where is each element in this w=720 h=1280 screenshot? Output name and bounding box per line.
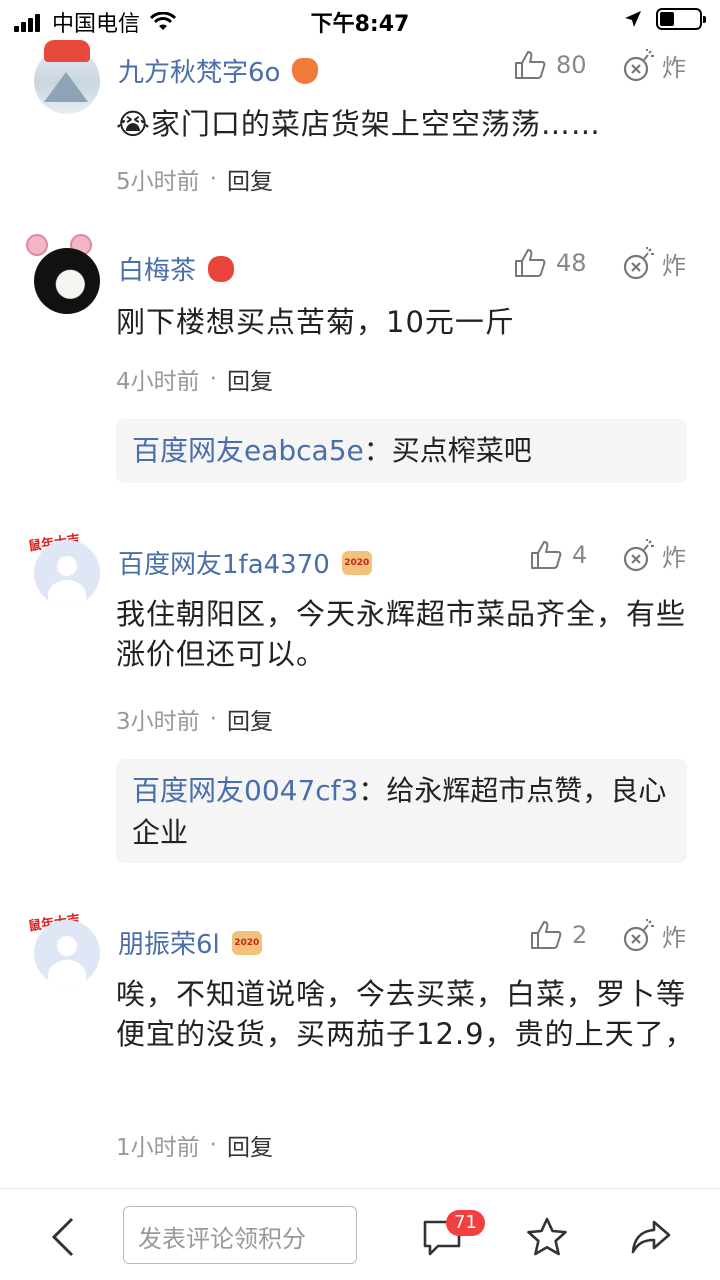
bomb-icon bbox=[623, 48, 654, 81]
comment-text: 唉，不知道说啥，今去买菜，白菜，罗卜等便宜的没货，买两茄子12.9，贵的上天了， bbox=[116, 977, 695, 1051]
like-count: 4 bbox=[572, 541, 588, 569]
comment-author[interactable]: 百度网友1fa4370 bbox=[118, 544, 330, 581]
sub-reply[interactable]: 百度网友eabca5e：买点榨菜吧 bbox=[116, 419, 687, 483]
avatar[interactable] bbox=[34, 248, 100, 314]
like-count: 48 bbox=[556, 249, 587, 277]
money-bag-badge-icon bbox=[292, 57, 319, 84]
like-count: 2 bbox=[572, 921, 588, 949]
comment-item: 鼠年大吉 朋振荣6l 2020 2 炸 唉，不知道说啥，今去买菜，白菜，罗卜等便… bbox=[0, 904, 720, 1174]
thumbs-up-icon bbox=[531, 921, 562, 949]
bomb-button[interactable]: 炸 bbox=[622, 246, 686, 281]
bomb-icon bbox=[623, 918, 654, 951]
bottom-toolbar: 发表评论领积分 71 bbox=[0, 1188, 720, 1280]
back-icon[interactable] bbox=[48, 1217, 78, 1257]
bomb-button[interactable]: 炸 bbox=[622, 48, 686, 83]
lion-hat-decoration bbox=[44, 40, 90, 62]
bomb-label: 炸 bbox=[662, 252, 686, 280]
thumbs-up-icon bbox=[515, 51, 546, 79]
comment-item: 九方秋梵字6o 80 炸 😭家门口的菜店货架上空空荡荡…… 5小时前 · 回复 bbox=[0, 40, 720, 200]
reply-button[interactable]: 回复 bbox=[227, 702, 273, 736]
thumbs-up-icon bbox=[531, 541, 562, 569]
reply-button[interactable]: 回复 bbox=[227, 362, 273, 396]
comment-text: 我住朝阳区，今天永辉超市菜品齐全，有些涨价但还可以。 bbox=[116, 597, 687, 671]
year-2020-badge: 2020 bbox=[341, 550, 372, 575]
comment-text: 😭家门口的菜店货架上空空荡荡…… bbox=[116, 107, 601, 141]
sub-reply-text: 买点榨菜吧 bbox=[391, 434, 532, 467]
reply-button[interactable]: 回复 bbox=[227, 1128, 273, 1162]
comment-time: 5小时前 bbox=[116, 169, 200, 195]
comment-author[interactable]: 朋振荣6l bbox=[118, 924, 220, 961]
sub-reply-author[interactable]: 百度网友0047cf3 bbox=[132, 774, 358, 807]
comment-item: 白梅茶 48 炸 刚下楼想买点苦菊，10元一斤 4小时前 · 回复 百度网友ea… bbox=[0, 232, 720, 502]
status-bar: 中国电信 下午8:47 bbox=[0, 0, 720, 40]
like-button[interactable]: 4 bbox=[530, 540, 587, 570]
share-icon[interactable] bbox=[630, 1219, 672, 1255]
lantern-badge-icon bbox=[208, 255, 235, 282]
meta-dot: · bbox=[209, 366, 217, 392]
year-2020-badge: 2020 bbox=[231, 930, 262, 955]
comment-time: 4小时前 bbox=[116, 369, 200, 395]
clock: 下午8:47 bbox=[310, 12, 410, 37]
comment-time: 1小时前 bbox=[116, 1135, 200, 1161]
sub-reply-separator: ： bbox=[363, 434, 392, 467]
bomb-label: 炸 bbox=[662, 54, 686, 82]
avatar[interactable] bbox=[34, 920, 100, 986]
bomb-label: 炸 bbox=[662, 544, 686, 572]
thumbs-up-icon bbox=[515, 249, 546, 277]
comment-text: 刚下楼想买点苦菊，10元一斤 bbox=[116, 305, 515, 339]
comment-author[interactable]: 白梅茶 bbox=[118, 250, 196, 287]
like-count: 80 bbox=[556, 51, 587, 79]
avatar[interactable] bbox=[34, 540, 100, 606]
comment-author[interactable]: 九方秋梵字6o bbox=[118, 52, 280, 89]
sub-reply-author[interactable]: 百度网友eabca5e bbox=[132, 434, 364, 467]
bomb-button[interactable]: 炸 bbox=[622, 538, 686, 573]
meta-dot: · bbox=[209, 166, 217, 192]
comment-time: 3小时前 bbox=[116, 709, 200, 735]
bomb-label: 炸 bbox=[662, 924, 686, 952]
location-arrow-icon bbox=[625, 11, 641, 27]
comment-input[interactable]: 发表评论领积分 bbox=[123, 1206, 357, 1264]
star-icon[interactable] bbox=[526, 1217, 568, 1257]
like-button[interactable]: 80 bbox=[514, 50, 587, 80]
meta-dot: · bbox=[209, 1132, 217, 1158]
reply-button[interactable]: 回复 bbox=[227, 162, 273, 196]
bomb-icon bbox=[623, 246, 654, 279]
comment-count-badge: 71 bbox=[446, 1210, 485, 1236]
bomb-button[interactable]: 炸 bbox=[622, 918, 686, 953]
bomb-icon bbox=[623, 538, 654, 571]
comment-item: 鼠年大吉 百度网友1fa4370 2020 4 炸 我住朝阳区，今天永辉超市菜品… bbox=[0, 524, 720, 874]
sub-reply[interactable]: 百度网友0047cf3：给永辉超市点赞，良心企业 bbox=[116, 759, 687, 863]
battery-icon bbox=[656, 8, 706, 30]
meta-dot: · bbox=[209, 706, 217, 732]
like-button[interactable]: 2 bbox=[530, 920, 587, 950]
like-button[interactable]: 48 bbox=[514, 248, 587, 278]
sub-reply-separator: ： bbox=[358, 774, 387, 807]
